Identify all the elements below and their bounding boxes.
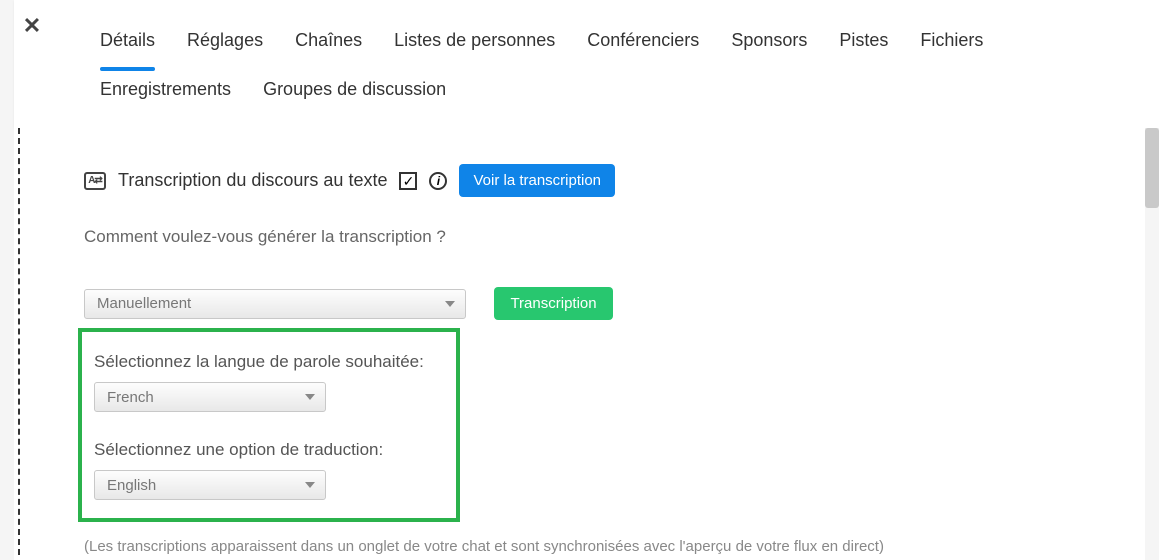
- tabs-row-2: Enregistrements Groupes de discussion: [14, 71, 1159, 120]
- tab-pistes[interactable]: Pistes: [823, 24, 904, 71]
- content-area: A⇄ Transcription du discours au texte ✓ …: [14, 128, 1145, 560]
- info-icon[interactable]: i: [429, 172, 447, 190]
- tab-reglages[interactable]: Réglages: [171, 24, 279, 71]
- topbar: Détails Réglages Chaînes Listes de perso…: [14, 0, 1159, 128]
- chevron-down-icon: [305, 482, 315, 488]
- translate-option-label: Sélectionnez une option de traduction:: [94, 440, 444, 460]
- generation-label: Comment voulez-vous générer la transcrip…: [84, 227, 1145, 247]
- translate-option-selected: English: [107, 477, 156, 494]
- section-title: Transcription du discours au texte: [118, 170, 387, 191]
- tab-fichiers[interactable]: Fichiers: [904, 24, 999, 71]
- generation-select[interactable]: Manuellement: [84, 289, 466, 319]
- tabs-row-1: Détails Réglages Chaînes Listes de perso…: [14, 0, 1159, 71]
- check-icon: ✓: [403, 174, 415, 188]
- speech-language-selected: French: [107, 389, 154, 406]
- view-transcription-button[interactable]: Voir la transcription: [459, 164, 615, 197]
- tab-details[interactable]: Détails: [84, 24, 171, 71]
- tab-listes-personnes[interactable]: Listes de personnes: [378, 24, 571, 71]
- chevron-down-icon: [305, 394, 315, 400]
- transcription-hint: (Les transcriptions apparaissent dans un…: [84, 538, 1145, 555]
- generation-selected: Manuellement: [97, 295, 191, 312]
- translate-option-select[interactable]: English: [94, 470, 326, 500]
- tab-sponsors[interactable]: Sponsors: [715, 24, 823, 71]
- transcription-button[interactable]: Transcription: [494, 287, 612, 320]
- language-highlight-box: Sélectionnez la langue de parole souhait…: [78, 328, 460, 522]
- speech-language-select[interactable]: French: [94, 382, 326, 412]
- tab-conferenciers[interactable]: Conférenciers: [571, 24, 715, 71]
- tab-chaines[interactable]: Chaînes: [279, 24, 378, 71]
- chevron-down-icon: [445, 301, 455, 307]
- close-icon: ✕: [23, 13, 41, 39]
- tab-enregistrements[interactable]: Enregistrements: [84, 73, 247, 120]
- close-button[interactable]: ✕: [8, 2, 56, 50]
- transcription-icon: A⇄: [84, 172, 106, 190]
- tab-groupes-discussion[interactable]: Groupes de discussion: [247, 73, 462, 120]
- scrollbar[interactable]: [1145, 128, 1159, 208]
- speech-language-label: Sélectionnez la langue de parole souhait…: [94, 352, 444, 372]
- enable-transcription-checkbox[interactable]: ✓: [399, 172, 417, 190]
- section-header: A⇄ Transcription du discours au texte ✓ …: [60, 138, 1145, 201]
